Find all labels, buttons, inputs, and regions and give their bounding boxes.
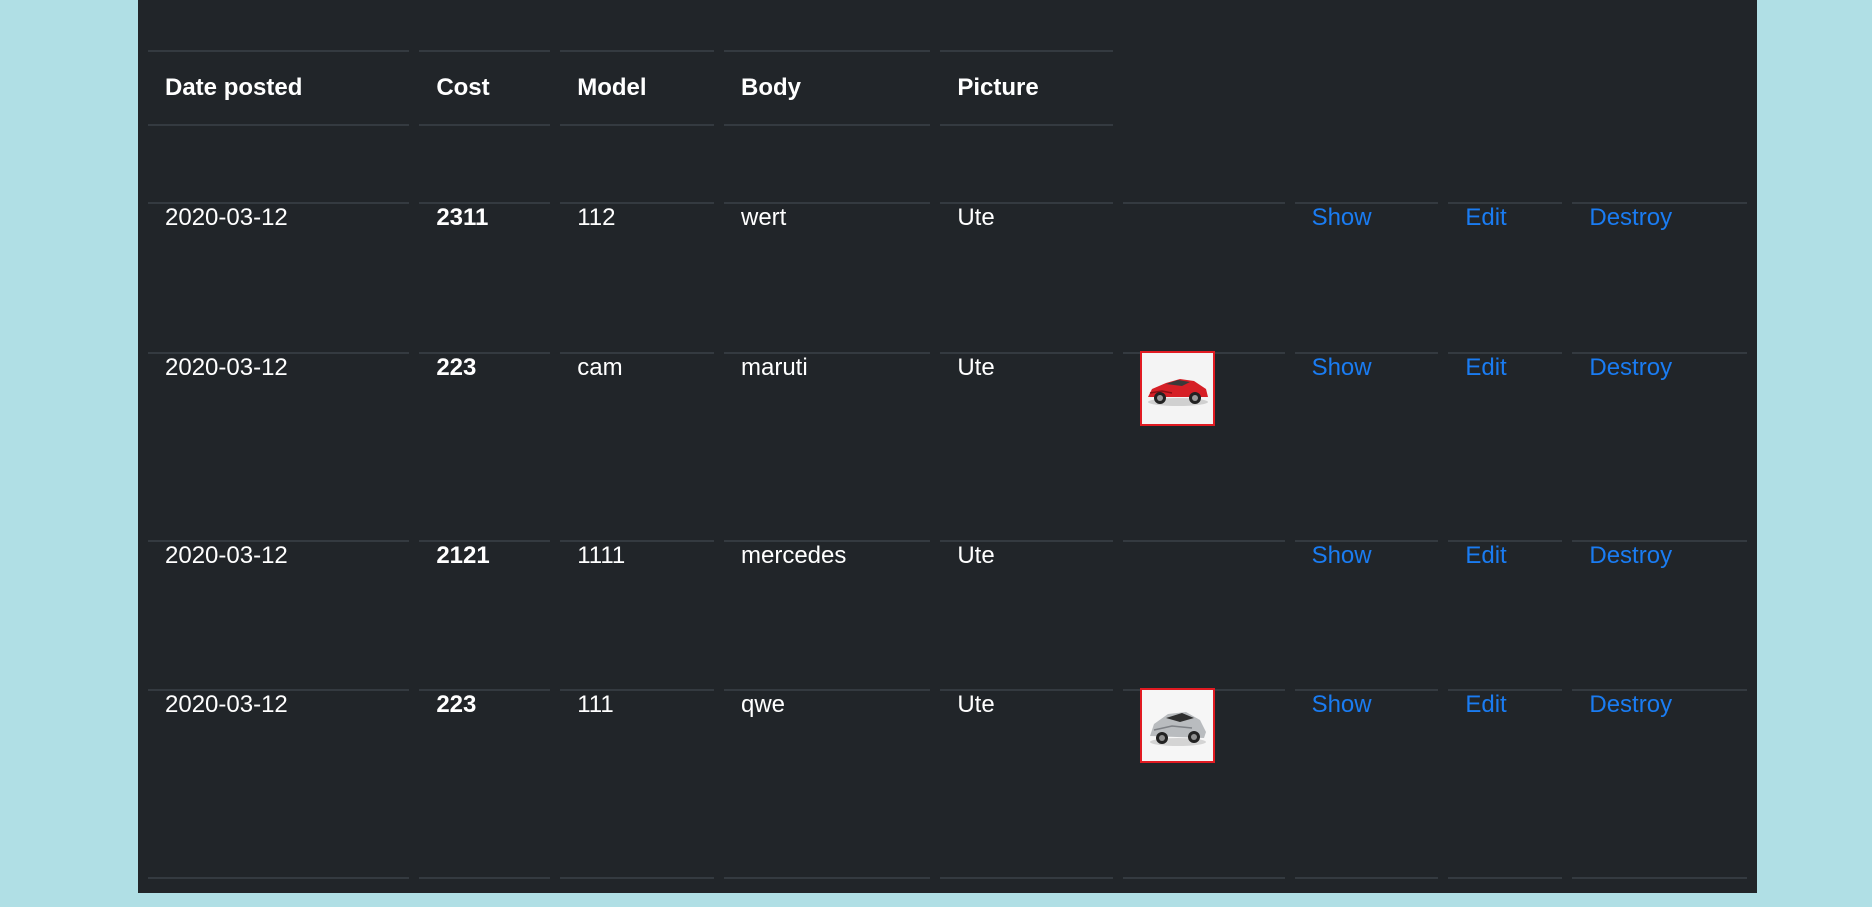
date-posted-cell: 2020-03-12 <box>148 202 410 352</box>
model-cell: 1111 <box>560 540 714 689</box>
header-body: Body <box>723 50 931 126</box>
header-empty <box>1448 50 1562 126</box>
date-posted-cell: 2020-03-12 <box>148 540 410 689</box>
edit-cell: Edit <box>1448 540 1563 689</box>
cost-cell: 223 <box>419 352 551 540</box>
cost-cell: 2311 <box>419 202 551 352</box>
show-cell: Show <box>1294 540 1439 689</box>
show-link[interactable]: Show <box>1312 354 1372 381</box>
body-cell: qwe <box>723 689 931 877</box>
table-row: 2020-03-12 223 111 qwe Ute Show Edit Des… <box>148 688 1747 877</box>
header-empty <box>1123 50 1285 126</box>
picture-cell: Ute <box>940 689 1113 877</box>
car-listings-table: Date posted Cost Model Body Picture 2020… <box>138 50 1757 907</box>
image-cell <box>1122 351 1285 540</box>
red-sports-car-thumbnail <box>1139 351 1215 426</box>
header-date-posted: Date posted <box>148 50 410 126</box>
table-row <box>148 877 1747 907</box>
edit-cell: Edit <box>1448 689 1563 877</box>
table-row: 2020-03-12 2311 112 wert Ute Show Edit D… <box>148 202 1747 352</box>
header-empty <box>1295 50 1439 126</box>
image-cell <box>1122 540 1285 689</box>
model-cell: 112 <box>560 202 714 352</box>
show-cell: Show <box>1294 352 1439 540</box>
date-posted-cell: 2020-03-12 <box>148 352 410 540</box>
edit-cell: Edit <box>1448 202 1563 352</box>
header-empty <box>1572 50 1747 126</box>
listings-panel: Date posted Cost Model Body Picture 2020… <box>138 0 1757 893</box>
table-row: 2020-03-12 2121 1111 mercedes Ute Show E… <box>148 540 1747 689</box>
edit-link[interactable]: Edit <box>1465 691 1506 718</box>
edit-cell: Edit <box>1448 352 1563 540</box>
picture-cell: Ute <box>940 540 1113 689</box>
show-link[interactable]: Show <box>1312 542 1372 569</box>
destroy-link[interactable]: Destroy <box>1589 204 1672 231</box>
destroy-cell: Destroy <box>1572 540 1747 689</box>
edit-link[interactable]: Edit <box>1465 542 1506 569</box>
picture-cell: Ute <box>940 352 1113 540</box>
show-cell: Show <box>1294 202 1439 352</box>
picture-cell: Ute <box>940 202 1113 352</box>
model-cell: 111 <box>560 689 714 877</box>
destroy-link[interactable]: Destroy <box>1589 354 1672 381</box>
destroy-cell: Destroy <box>1572 689 1747 877</box>
destroy-link[interactable]: Destroy <box>1589 542 1672 569</box>
date-posted-cell: 2020-03-12 <box>148 689 410 877</box>
body-cell: mercedes <box>723 540 931 689</box>
cost-cell: 2121 <box>419 540 551 689</box>
show-link[interactable]: Show <box>1312 204 1372 231</box>
body-cell: maruti <box>723 352 931 540</box>
table-header-row: Date posted Cost Model Body Picture <box>148 50 1747 126</box>
table-row: 2020-03-12 223 cam maruti Ute Show Edit … <box>148 351 1747 540</box>
destroy-link[interactable]: Destroy <box>1589 691 1672 718</box>
body-cell: wert <box>723 202 931 352</box>
image-cell <box>1122 688 1285 877</box>
model-cell: cam <box>560 352 714 540</box>
edit-link[interactable]: Edit <box>1465 354 1506 381</box>
show-link[interactable]: Show <box>1312 691 1372 718</box>
destroy-cell: Destroy <box>1572 202 1747 352</box>
header-model: Model <box>560 50 714 126</box>
cost-cell: 223 <box>419 689 551 877</box>
header-picture: Picture <box>940 50 1113 126</box>
header-cost: Cost <box>419 50 551 126</box>
silver-sports-car-thumbnail <box>1139 688 1215 763</box>
spacer-row <box>148 126 1747 202</box>
destroy-cell: Destroy <box>1572 352 1747 540</box>
edit-link[interactable]: Edit <box>1465 204 1506 231</box>
image-cell <box>1122 202 1285 352</box>
show-cell: Show <box>1294 689 1439 877</box>
